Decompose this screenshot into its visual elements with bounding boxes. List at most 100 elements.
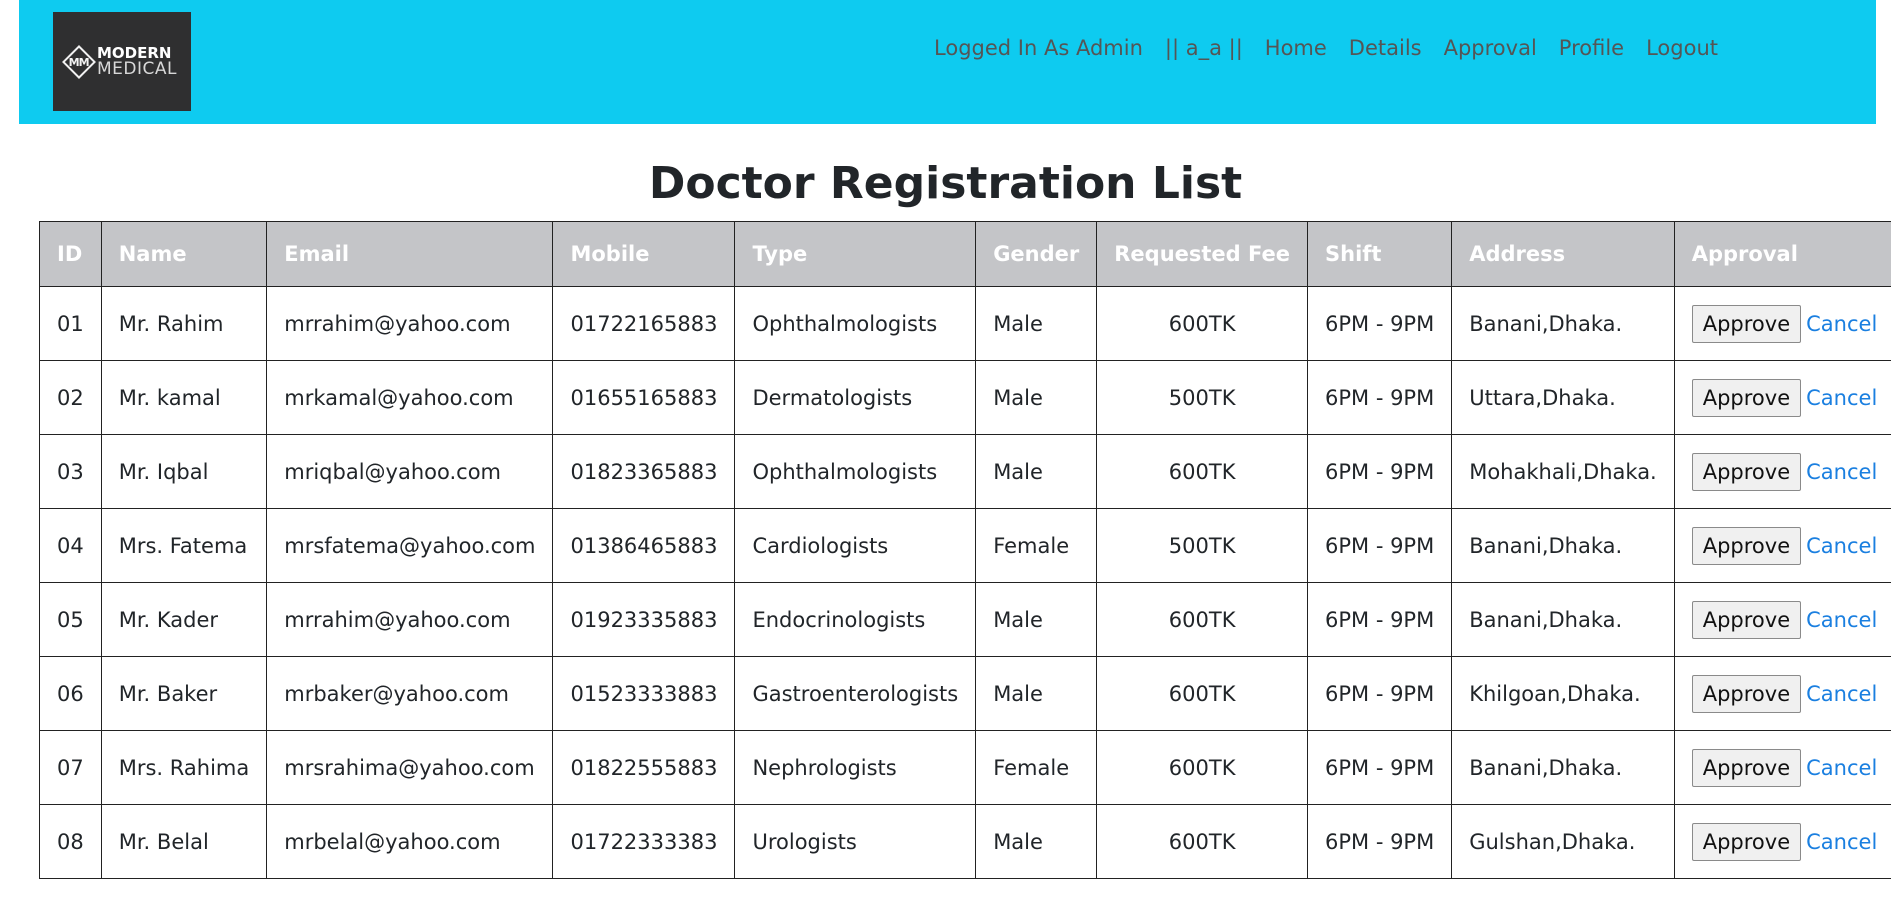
cell-name: Mr. Belal	[100, 804, 268, 879]
cell-type: Gastroenterologists	[734, 656, 977, 731]
nav-home-link[interactable]: Home	[1265, 36, 1327, 60]
nav-approval-link[interactable]: Approval	[1444, 36, 1537, 60]
cell-mobile: 01523333883	[552, 656, 736, 731]
cell-approval: Approve Cancel	[1673, 360, 1891, 435]
table-header-row: ID Name Email Mobile Type Gender Request…	[39, 221, 1891, 287]
nav-menu: Logged In As Admin || a_a || Home Detail…	[934, 36, 1718, 60]
column-header: Shift	[1306, 221, 1453, 287]
cell-shift: 6PM - 9PM	[1306, 286, 1453, 361]
cancel-link[interactable]: Cancel	[1806, 608, 1877, 632]
nav-profile-link[interactable]: Profile	[1559, 36, 1624, 60]
cell-name: Mr. kamal	[100, 360, 268, 435]
cell-fee: 500TK	[1096, 360, 1308, 435]
approve-button[interactable]: Approve	[1691, 378, 1802, 417]
column-header: Address	[1451, 221, 1675, 287]
cancel-link[interactable]: Cancel	[1806, 682, 1877, 706]
current-user: || a_a ||	[1164, 36, 1243, 60]
approve-button[interactable]: Approve	[1691, 600, 1802, 639]
cell-email: mrsrahima@yahoo.com	[266, 730, 554, 805]
cell-id: 05	[39, 582, 102, 657]
approve-button[interactable]: Approve	[1691, 304, 1802, 343]
cell-id: 07	[39, 730, 102, 805]
cell-name: Mr. Baker	[100, 656, 268, 731]
cell-mobile: 01722165883	[552, 286, 736, 361]
cell-mobile: 01923335883	[552, 582, 736, 657]
approve-button[interactable]: Approve	[1691, 452, 1802, 491]
cell-email: mrbelal@yahoo.com	[266, 804, 554, 879]
cancel-link[interactable]: Cancel	[1806, 312, 1877, 336]
cell-approval: Approve Cancel	[1673, 804, 1891, 879]
approve-button[interactable]: Approve	[1691, 748, 1802, 787]
cancel-link[interactable]: Cancel	[1806, 460, 1877, 484]
cancel-link[interactable]: Cancel	[1806, 386, 1877, 410]
cell-mobile: 01386465883	[552, 508, 736, 583]
cell-gender: Male	[975, 434, 1098, 509]
cell-email: mrrahim@yahoo.com	[266, 582, 554, 657]
cell-gender: Female	[975, 508, 1098, 583]
site-logo[interactable]: MM MODERN MEDICAL	[53, 12, 191, 111]
cell-gender: Male	[975, 656, 1098, 731]
cell-address: Banani,Dhaka.	[1451, 286, 1675, 361]
table-row: 01 Mr. Rahim mrrahim@yahoo.com 01722165883 O…	[39, 286, 1891, 361]
logged-in-status: Logged In As Admin	[934, 36, 1143, 60]
cell-id: 03	[39, 434, 102, 509]
cell-approval: Approve Cancel	[1673, 730, 1891, 805]
cell-id: 06	[39, 656, 102, 731]
cancel-link[interactable]: Cancel	[1806, 756, 1877, 780]
column-header: Mobile	[552, 221, 736, 287]
column-header: Name	[100, 221, 268, 287]
table-row: 02 Mr. kamal mrkamal@yahoo.com 01655165883 D…	[39, 360, 1891, 435]
doctor-registration-table: ID Name Email Mobile Type Gender Request…	[39, 221, 1891, 879]
nav-details-link[interactable]: Details	[1349, 36, 1422, 60]
logo-text: MODERN MEDICAL	[97, 45, 177, 78]
cell-email: mrrahim@yahoo.com	[266, 286, 554, 361]
cell-fee: 600TK	[1096, 656, 1308, 731]
cell-mobile: 01722333383	[552, 804, 736, 879]
cell-type: Cardiologists	[734, 508, 977, 583]
cell-address: Uttara,Dhaka.	[1451, 360, 1675, 435]
cell-type: Ophthalmologists	[734, 286, 977, 361]
cell-type: Endocrinologists	[734, 582, 977, 657]
cell-address: Gulshan,Dhaka.	[1451, 804, 1675, 879]
cell-mobile: 01822555883	[552, 730, 736, 805]
cell-gender: Female	[975, 730, 1098, 805]
table-row: 07 Mrs. Rahima mrsrahima@yahoo.com 01822555…	[39, 730, 1891, 805]
nav-logout-link[interactable]: Logout	[1646, 36, 1718, 60]
cell-type: Dermatologists	[734, 360, 977, 435]
column-header: Approval	[1673, 221, 1891, 287]
cancel-link[interactable]: Cancel	[1806, 830, 1877, 854]
cell-email: mrkamal@yahoo.com	[266, 360, 554, 435]
cell-fee: 600TK	[1096, 434, 1308, 509]
cell-type: Ophthalmologists	[734, 434, 977, 509]
column-header: Gender	[975, 221, 1098, 287]
cell-approval: Approve Cancel	[1673, 286, 1891, 361]
column-header: ID	[39, 221, 102, 287]
cell-id: 02	[39, 360, 102, 435]
cell-approval: Approve Cancel	[1673, 508, 1891, 583]
cell-email: mriqbal@yahoo.com	[266, 434, 554, 509]
cell-type: Nephrologists	[734, 730, 977, 805]
cell-fee: 600TK	[1096, 582, 1308, 657]
cancel-link[interactable]: Cancel	[1806, 534, 1877, 558]
cell-address: Banani,Dhaka.	[1451, 582, 1675, 657]
cell-name: Mr. Iqbal	[100, 434, 268, 509]
cell-id: 08	[39, 804, 102, 879]
cell-gender: Male	[975, 360, 1098, 435]
cell-email: mrsfatema@yahoo.com	[266, 508, 554, 583]
cell-gender: Male	[975, 582, 1098, 657]
cell-id: 01	[39, 286, 102, 361]
cell-address: Banani,Dhaka.	[1451, 730, 1675, 805]
cell-approval: Approve Cancel	[1673, 582, 1891, 657]
cell-fee: 600TK	[1096, 286, 1308, 361]
table-row: 06 Mr. Baker mrbaker@yahoo.com 01523333883 G…	[39, 656, 1891, 731]
cell-gender: Male	[975, 286, 1098, 361]
cell-name: Mr. Kader	[100, 582, 268, 657]
cell-approval: Approve Cancel	[1673, 434, 1891, 509]
approve-button[interactable]: Approve	[1691, 674, 1802, 713]
approve-button[interactable]: Approve	[1691, 822, 1802, 861]
cell-fee: 600TK	[1096, 804, 1308, 879]
table-row: 03 Mr. Iqbal mriqbal@yahoo.com 01823365883 O…	[39, 434, 1891, 509]
cell-shift: 6PM - 9PM	[1306, 434, 1453, 509]
cell-name: Mrs. Rahima	[100, 730, 268, 805]
approve-button[interactable]: Approve	[1691, 526, 1802, 565]
